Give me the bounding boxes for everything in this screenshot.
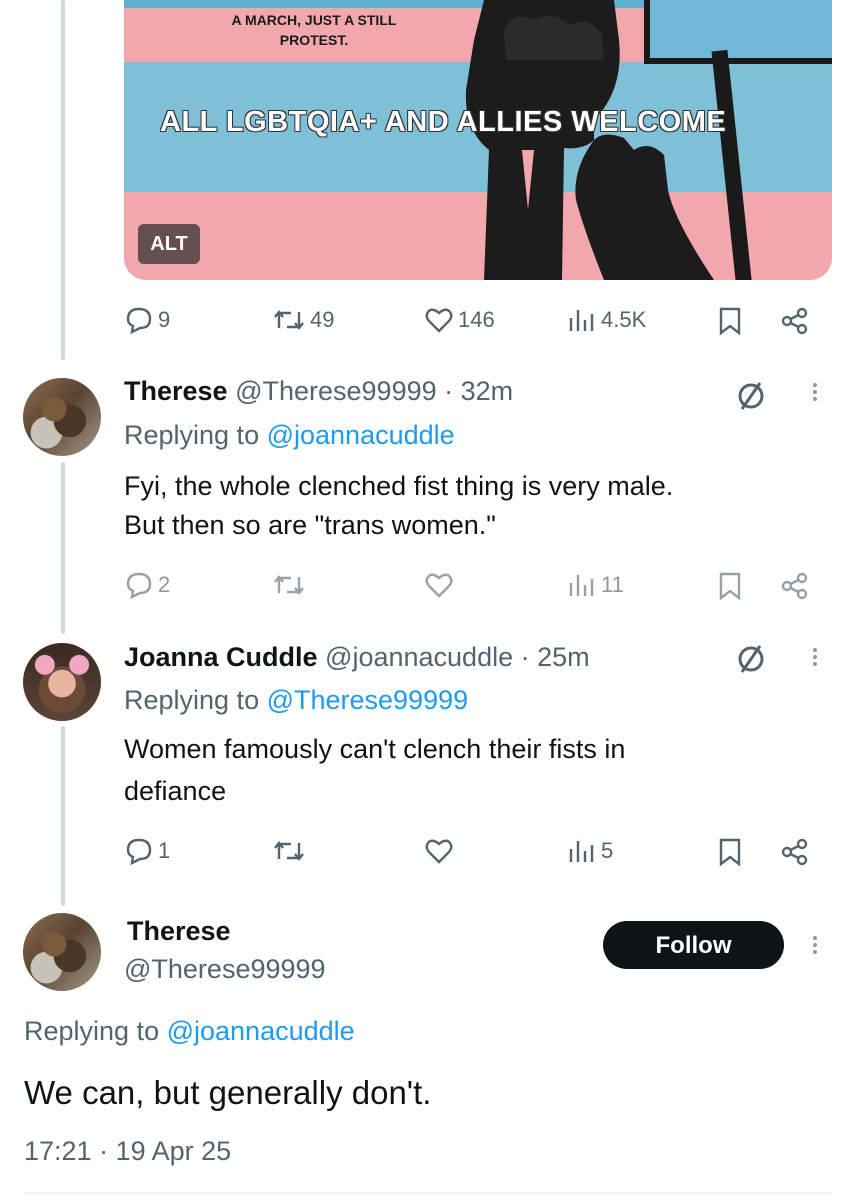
bookmark-action[interactable] [716,571,744,601]
poster-banner-text: ALL LGBTQIA+ AND ALLIES WELCOME [160,106,727,138]
user-handle[interactable]: @Therese99999 [235,376,437,406]
bookmark-icon [719,838,741,867]
heart-icon [425,308,453,333]
heart-icon [425,839,453,864]
share-action[interactable] [780,837,810,867]
avatar[interactable] [23,643,101,721]
share-action[interactable] [780,306,810,336]
share-icon [781,572,808,600]
bookmark-action[interactable] [716,837,744,867]
reply-icon [126,572,152,599]
thread-line-middle [61,462,65,634]
views-count: 11 [601,572,624,597]
reply-text-line: Fyi, the whole clenched fist thing is ve… [124,471,674,501]
user-name[interactable]: Joanna Cuddle [124,642,318,672]
mention-link[interactable]: @Therese99999 [267,685,469,715]
repost-action[interactable]: 49 [272,306,334,334]
repost-icon [274,575,304,595]
reply-action[interactable]: 2 [124,571,170,599]
share-icon [781,307,808,335]
post-time[interactable]: · 32m [444,376,513,406]
reply-header: Joanna Cuddle @joannacuddle · 25m [124,640,590,674]
views-icon [569,841,594,862]
heart-icon [425,573,453,598]
bookmark-icon [719,572,741,601]
like-action[interactable]: 146 [424,306,495,334]
views-icon [569,310,594,331]
user-handle[interactable]: @Therese99999 [124,952,326,986]
views-action[interactable]: 5 [567,837,613,865]
thread-line-top [61,0,65,360]
mention-link[interactable]: @joannacuddle [167,1016,355,1046]
follow-button[interactable]: Follow [603,921,784,969]
reply-count: 9 [158,307,171,332]
like-count: 146 [458,307,495,332]
user-handle[interactable]: @joannacuddle [325,642,513,672]
bookmark-icon [719,307,741,336]
user-name[interactable]: Therese [127,914,231,948]
repost-action[interactable] [272,571,306,599]
more-options-icon[interactable] [812,933,818,957]
repost-action[interactable] [272,837,306,865]
like-action[interactable] [424,837,454,865]
avatar[interactable] [23,378,101,456]
avatar[interactable] [23,913,101,991]
poster-top-text: A MARCH, JUST A STILL PROTEST. [231,12,397,48]
divider [24,1192,832,1194]
replying-to-line: Replying to @joannacuddle [24,1014,355,1048]
bookmark-action[interactable] [716,306,744,336]
repost-count: 49 [310,307,335,332]
no-symbol-icon [738,382,764,410]
views-action[interactable]: 4.5K [567,306,646,334]
alt-text-badge[interactable]: ALT [138,224,200,264]
more-options-icon[interactable] [812,645,818,669]
reply-icon [126,307,152,334]
more-options-icon[interactable] [812,380,818,404]
repost-icon [274,310,304,330]
views-action[interactable]: 11 [567,571,624,599]
tweet-timestamp[interactable]: 17:21 · 19 Apr 25 [24,1134,231,1168]
views-count: 4.5K [601,307,647,332]
views-icon [569,575,594,596]
share-icon [781,838,808,866]
reply-text-line: Women famously can't clench their fists … [124,734,626,764]
post-time[interactable]: · 25m [521,642,590,672]
reply-header: Therese @Therese99999 · 32m [124,374,513,408]
user-name[interactable]: Therese [124,376,228,406]
thread-line-bottom [61,726,65,906]
replying-to-label: Replying to [124,420,267,450]
no-symbol-icon [738,645,764,673]
hand-holding-sign-graphic [575,134,714,280]
protest-sign [644,0,832,64]
reply-text-line: But then so are "trans women." [124,510,496,540]
reply-count: 2 [158,572,171,597]
tweet-text: We can, but generally don't. [24,1074,432,1111]
reply-action[interactable]: 9 [124,306,170,334]
like-action[interactable] [424,571,454,599]
replying-to-label: Replying to [124,685,267,715]
reply-count: 1 [158,838,171,863]
share-action[interactable] [780,571,810,601]
mention-link[interactable]: @joannacuddle [267,420,455,450]
reply-action[interactable]: 1 [124,837,170,865]
replying-to-label: Replying to [24,1016,167,1046]
reply-icon [126,838,152,865]
replying-to-line: Replying to @Therese99999 [124,683,468,717]
reply-text-line: defiance [124,776,227,806]
views-count: 5 [601,838,614,863]
replying-to-line: Replying to @joannacuddle [124,418,455,452]
repost-icon [274,841,304,861]
tweet-image-card[interactable]: A MARCH, JUST A STILL PROTEST. ALL LGBTQ… [124,0,832,280]
